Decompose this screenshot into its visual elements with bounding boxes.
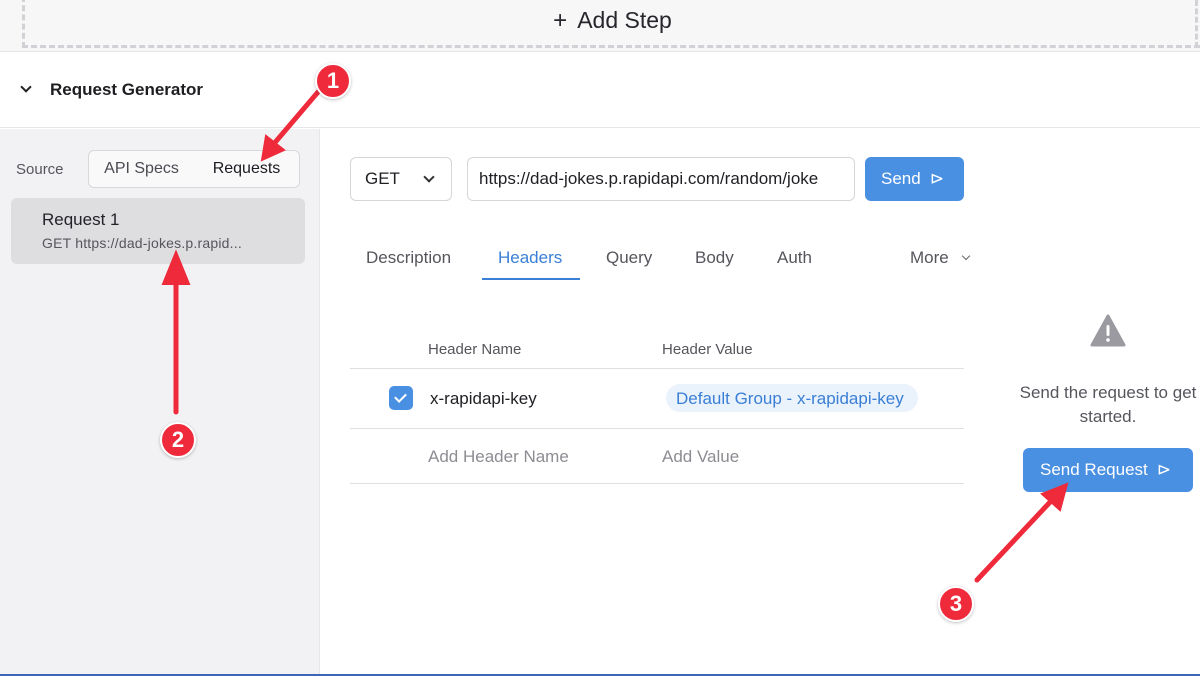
add-step-area: + Add Step	[0, 0, 1200, 52]
active-tab-indicator	[482, 278, 580, 280]
chevron-down-icon	[423, 171, 435, 183]
sidebar: Source API Specs Requests Request 1 GET …	[0, 129, 320, 676]
add-step-border	[1192, 0, 1198, 48]
tab-body[interactable]: Body	[695, 248, 734, 268]
toggle-api-specs[interactable]: API Specs	[89, 160, 194, 178]
annotation-arrow-3	[974, 497, 1055, 583]
request-name: Request 1	[42, 210, 120, 229]
warning-icon	[1090, 314, 1126, 347]
source-toggle: API Specs Requests	[88, 150, 300, 188]
request-list-item[interactable]: Request 1 GET https://dad-jokes.p.rapid.…	[11, 198, 305, 264]
send-request-label: Send Request	[1040, 460, 1148, 479]
send-label: Send	[881, 169, 921, 188]
add-step-label: Add Step	[577, 7, 672, 33]
table-divider	[350, 483, 964, 484]
send-button[interactable]: Send ⊳	[865, 157, 964, 201]
annotation-badge-2: 2	[160, 422, 196, 458]
add-step-button[interactable]: + Add Step	[22, 0, 1200, 48]
empty-state-message: Send the request to get started.	[1019, 383, 1197, 426]
request-generator-header[interactable]: Request Generator	[0, 52, 1200, 128]
header-name-cell[interactable]: x-rapidapi-key	[430, 389, 537, 409]
annotation-badge-1: 1	[315, 63, 351, 99]
request-subtitle: GET https://dad-jokes.p.rapid...	[42, 235, 242, 251]
chevron-down-icon[interactable]	[20, 81, 32, 93]
tab-more[interactable]: More	[910, 248, 970, 268]
method-value: GET	[365, 169, 400, 188]
add-header-name-input[interactable]: Add Header Name	[428, 447, 569, 467]
section-title: Request Generator	[50, 79, 204, 99]
url-input[interactable]	[467, 157, 855, 201]
send-request-button[interactable]: Send Request ⊳	[1023, 448, 1193, 492]
table-divider	[350, 368, 964, 369]
send-icon: ⊳	[929, 169, 944, 188]
header-name-column: Header Name	[428, 341, 522, 358]
source-label: Source	[16, 161, 64, 178]
header-enabled-checkbox[interactable]	[389, 386, 413, 410]
check-icon	[394, 390, 407, 403]
request-tabs: Description Headers Query Body Auth More	[350, 238, 980, 282]
toggle-requests[interactable]: Requests	[194, 160, 299, 178]
chevron-down-icon	[961, 251, 970, 261]
send-icon: ⊳	[1156, 460, 1171, 479]
header-value-cell[interactable]: Default Group - x-rapidapi-key	[666, 384, 918, 412]
tab-headers[interactable]: Headers	[498, 248, 562, 268]
tab-more-label: More	[910, 248, 949, 267]
method-select[interactable]: GET	[350, 157, 452, 201]
tab-auth[interactable]: Auth	[777, 248, 812, 268]
tab-description[interactable]: Description	[366, 248, 451, 268]
table-divider	[350, 428, 964, 429]
tab-query[interactable]: Query	[606, 248, 652, 268]
annotation-badge-3: 3	[938, 586, 974, 622]
add-header-value-input[interactable]: Add Value	[662, 447, 739, 467]
header-value-column: Header Value	[662, 341, 753, 358]
plus-icon: +	[553, 6, 568, 34]
